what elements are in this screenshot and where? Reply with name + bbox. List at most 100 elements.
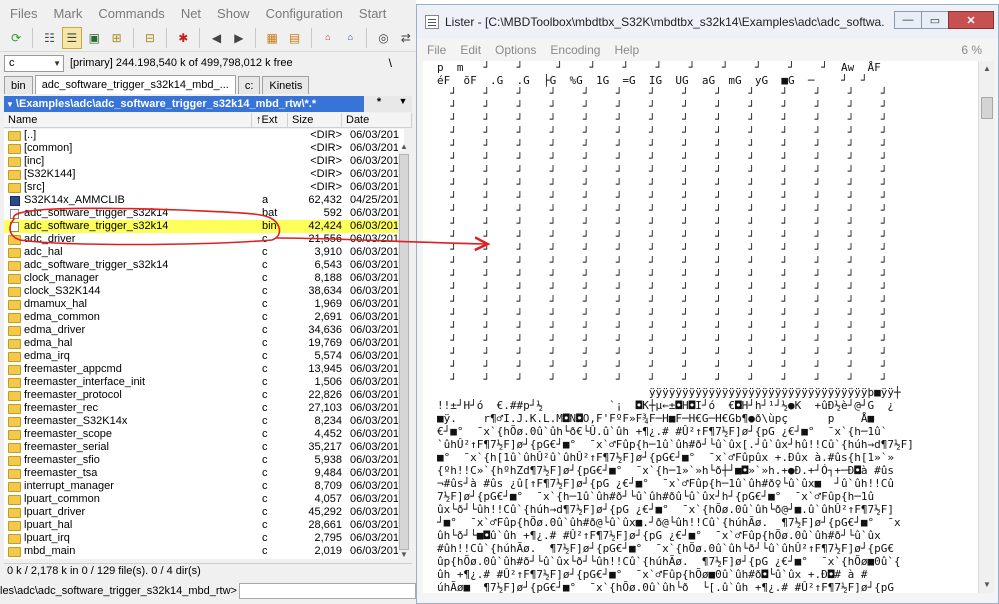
drive-letter: c — [9, 57, 15, 69]
close-button[interactable]: ✕ — [948, 11, 994, 29]
file-row[interactable]: freemaster_protocol c 22,826 06/03/201 — [4, 389, 404, 402]
file-row[interactable]: freemaster_appcmd c 13,945 06/03/201 — [4, 363, 404, 376]
file-row[interactable]: adc_hal c 3,910 06/03/201 — [4, 246, 404, 259]
sync-dirs-button[interactable]: ⇄ — [396, 27, 416, 49]
scrollbar-thumb[interactable] — [399, 154, 409, 550]
file-size: 1,969 — [314, 298, 342, 310]
column-size[interactable]: Size — [288, 113, 342, 128]
scrollbar-thumb[interactable] — [981, 97, 993, 119]
lister-menu-edit[interactable]: Edit — [460, 43, 481, 57]
path-filter[interactable]: * — [364, 96, 394, 112]
lister-menu-encoding[interactable]: Encoding — [550, 43, 600, 57]
file-row[interactable]: freemaster_scope c 4,452 06/03/201 — [4, 428, 404, 441]
lister-scrollbar[interactable]: ▲ ▼ — [978, 61, 994, 593]
folder-icon — [8, 234, 21, 245]
file-row[interactable]: adc_software_trigger_s32k14 c 6,543 06/03/2… — [4, 259, 404, 272]
file-date: 06/03/201 — [350, 441, 399, 453]
tree-view-button[interactable]: ⊞ — [107, 27, 127, 49]
branch-view-button[interactable]: ⊟ — [140, 27, 160, 49]
file-row[interactable]: adc_software_trigger_s32k14 bin 42,424 06/0… — [4, 220, 404, 233]
tab-bin[interactable]: bin — [4, 76, 33, 94]
file-list[interactable]: [..] <DIR> 06/03/201 [common] <DIR> 06/03/201… — [4, 129, 404, 559]
unpack-button[interactable]: ▤ — [284, 27, 304, 49]
pack-button[interactable]: ▦ — [262, 27, 282, 49]
scroll-up-icon[interactable]: ▲ — [979, 61, 995, 77]
file-row[interactable]: [S32K144] <DIR> 06/03/201 — [4, 168, 404, 181]
ftp-button[interactable]: ⌂ — [318, 27, 338, 49]
file-row[interactable]: freemaster_S32K14x c 8,234 06/03/201 — [4, 415, 404, 428]
menu-start[interactable]: Start — [359, 6, 386, 21]
file-row[interactable]: edma_driver c 34,636 06/03/201 — [4, 324, 404, 337]
file-row[interactable]: edma_hal c 19,769 06/03/201 — [4, 337, 404, 350]
lister-text-line: ┘ ┘ ┘ ┘ ┘ ┘ ┘ ┘ ┘ ┘ ┘ ┘ ┘ ┘ — [437, 256, 888, 269]
root-dir-button[interactable]: \ — [389, 56, 392, 70]
scroll-up-icon[interactable]: ▲ — [398, 142, 410, 152]
file-row[interactable]: lpuart_common c 4,057 06/03/201 — [4, 493, 404, 506]
lister-menu-options[interactable]: Options — [495, 43, 536, 57]
file-row[interactable]: [src] <DIR> 06/03/201 — [4, 181, 404, 194]
file-row[interactable]: edma_irq c 5,574 06/03/201 — [4, 350, 404, 363]
toolbar-separator — [166, 27, 168, 48]
file-row[interactable]: [..] <DIR> 06/03/201 — [4, 129, 404, 142]
tab-c-drive[interactable]: c: — [237, 76, 261, 94]
current-path-bar[interactable]: ▼ \Examples\adc\adc_software_trigger_s32… — [4, 96, 412, 112]
file-name: clock_S32K144 — [24, 285, 101, 297]
menu-files[interactable]: Files — [10, 6, 37, 21]
menu-mark[interactable]: Mark — [53, 6, 82, 21]
tab-adc-software-trigger[interactable]: adc_software_trigger_s32k14_mbd_... — [34, 75, 236, 94]
file-row[interactable]: clock_S32K144 c 38,634 06/03/201 — [4, 285, 404, 298]
file-row[interactable]: freemaster_interface_init c 1,506 06/03/201 — [4, 376, 404, 389]
file-row[interactable]: edma_common c 2,691 06/03/201 — [4, 311, 404, 324]
file-row[interactable]: adc_driver c 21,556 06/03/201 — [4, 233, 404, 246]
forward-button[interactable]: ▶ — [229, 27, 249, 49]
file-ext: c — [262, 272, 268, 284]
file-row[interactable]: lpuart_hal c 28,661 06/03/201 — [4, 519, 404, 532]
thumbnail-view-button[interactable]: ▣ — [84, 27, 104, 49]
file-ext: c — [262, 467, 268, 479]
file-row[interactable]: clock_manager c 8,188 06/03/201 — [4, 272, 404, 285]
file-row[interactable]: dmamux_hal c 1,969 06/03/201 — [4, 298, 404, 311]
find-files-button[interactable]: ◎ — [373, 27, 393, 49]
menu-configuration[interactable]: Configuration — [266, 6, 343, 21]
detailed-view-button[interactable]: ☰ — [61, 26, 83, 49]
command-input[interactable] — [238, 583, 416, 599]
file-row[interactable]: freemaster_tsa c 9,484 06/03/201 — [4, 467, 404, 480]
file-row[interactable]: [common] <DIR> 06/03/201 — [4, 142, 404, 155]
back-button[interactable]: ◀ — [206, 27, 226, 49]
file-list-scrollbar[interactable]: ▲ ▼ — [398, 142, 410, 560]
lister-menu-file[interactable]: File — [427, 43, 446, 57]
maximize-button[interactable]: ▭ — [921, 11, 949, 29]
brief-view-button[interactable]: ☷ — [39, 27, 59, 49]
lister-menu-help[interactable]: Help — [614, 43, 639, 57]
drive-selector[interactable]: c ▼ — [4, 54, 64, 72]
file-row[interactable]: interrupt_manager c 8,709 06/03/201 — [4, 480, 404, 493]
file-name: edma_irq — [24, 350, 70, 362]
file-row[interactable]: S32K14x_AMMCLIB a 62,432 04/25/201 — [4, 194, 404, 207]
file-row[interactable]: [inc] <DIR> 06/03/201 — [4, 155, 404, 168]
column-date[interactable]: Date — [342, 113, 412, 128]
file-row[interactable]: lpuart_driver c 45,292 06/03/201 — [4, 506, 404, 519]
file-row[interactable]: mbd_main c 2,019 06/03/201 — [4, 545, 404, 558]
menu-commands[interactable]: Commands — [98, 6, 164, 21]
url-button[interactable]: ⌂ — [340, 27, 360, 49]
file-row[interactable]: adc_software_trigger_s32k14 bat 592 06/03/2… — [4, 207, 404, 220]
file-row[interactable]: freemaster_serial c 35,217 06/03/201 — [4, 441, 404, 454]
minimize-button[interactable]: — — [894, 11, 922, 29]
menu-net[interactable]: Net — [181, 6, 201, 21]
scroll-down-icon[interactable]: ▼ — [979, 577, 995, 593]
lister-content[interactable]: p m ┘ ┘ ┘ ┘ ┘ ┘ ┘ ┘ ┘ ┘ ┘ Aw ÅF éF õF .G … — [423, 61, 978, 593]
file-row[interactable]: freemaster_rec c 27,103 06/03/201 — [4, 402, 404, 415]
tab-kinetis[interactable]: Kinetis — [262, 76, 310, 94]
refresh-button[interactable]: ⟳ — [6, 27, 26, 49]
chevron-down-icon[interactable]: ▼ — [394, 96, 412, 112]
file-date: 06/03/201 — [350, 519, 399, 531]
filter-button[interactable]: ✱ — [173, 27, 193, 49]
scroll-down-icon[interactable]: ▼ — [398, 550, 410, 560]
menu-show[interactable]: Show — [217, 6, 250, 21]
column-name[interactable]: Name — [4, 113, 252, 128]
file-size: 4,057 — [314, 493, 342, 505]
file-row[interactable]: lpuart_irq c 2,795 06/03/201 — [4, 532, 404, 545]
lister-title-bar[interactable]: Lister - [C:\MBDToolbox\mbdtbx_S32K\mbdt… — [417, 5, 998, 39]
column-ext[interactable]: ↑Ext — [252, 113, 288, 128]
file-row[interactable]: freemaster_sfio c 5,938 06/03/201 — [4, 454, 404, 467]
